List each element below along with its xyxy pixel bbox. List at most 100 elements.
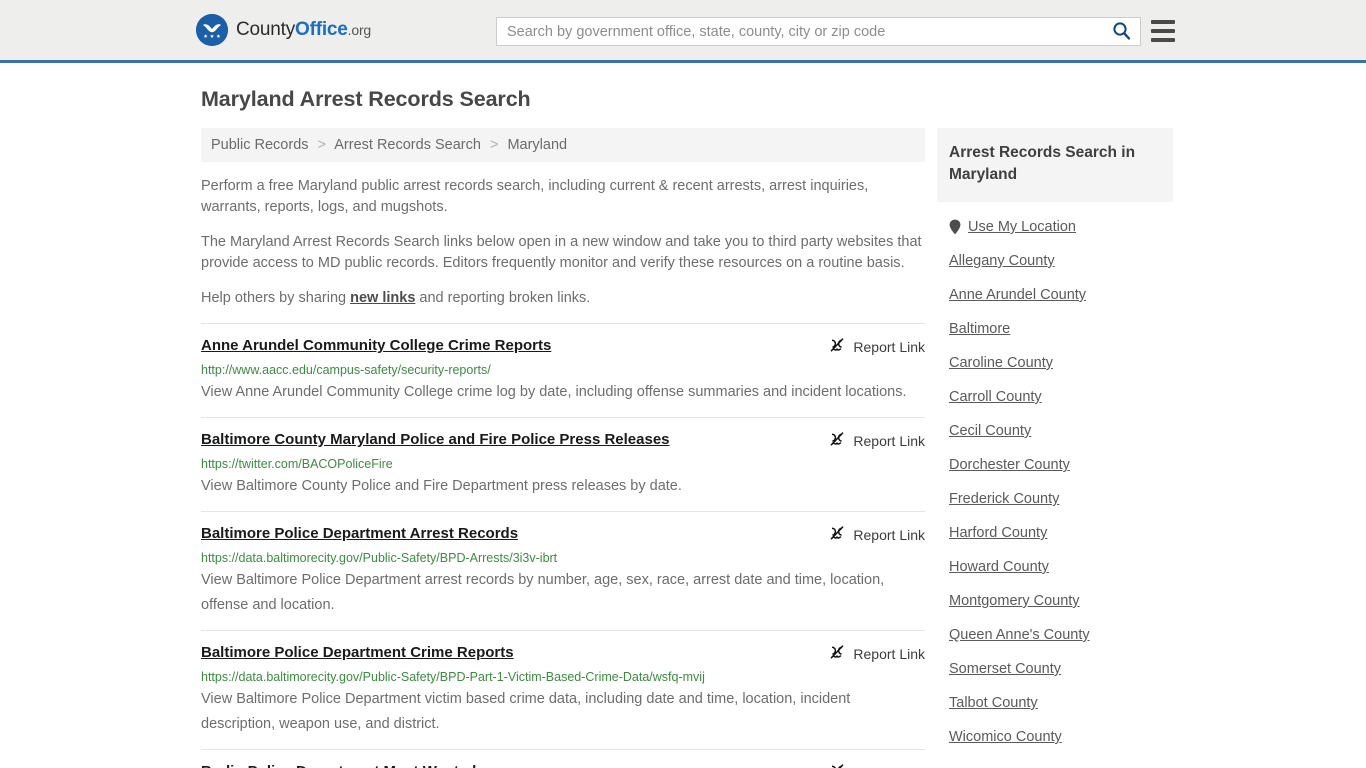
result-description: View Baltimore Police Department victim …: [201, 691, 851, 732]
result-title-link[interactable]: Baltimore Police Department Crime Report…: [201, 643, 514, 663]
result-item: Baltimore County Maryland Police and Fir…: [201, 417, 925, 511]
sidebar-item-carroll-county[interactable]: Carroll County: [949, 380, 1161, 414]
site-logo[interactable]: CountyOffice.org: [196, 14, 371, 46]
sidebar-link-label[interactable]: Dorchester County: [949, 457, 1070, 473]
report-link-button[interactable]: Report Link: [829, 644, 925, 663]
page-body: Maryland Arrest Records Search Public Re…: [0, 87, 1366, 768]
sidebar-item-caroline-county[interactable]: Caroline County: [949, 346, 1161, 380]
sidebar-item-allegany-county[interactable]: Allegany County: [949, 244, 1161, 278]
report-link-button[interactable]: Report Link: [829, 525, 925, 544]
site-header: CountyOffice.org: [0, 0, 1366, 63]
result-url: https://twitter.com/BACOPoliceFire: [201, 457, 393, 471]
result-item: Berlin Police Department Most Wanted: [201, 749, 925, 768]
intro-paragraph-2: The Maryland Arrest Records Search links…: [201, 234, 922, 271]
report-link-label: Report Link: [853, 432, 925, 449]
result-url: https://data.baltimorecity.gov/Public-Sa…: [201, 551, 558, 565]
result-item: Baltimore Police Department Arrest Recor…: [201, 511, 925, 630]
sidebar-item-talbot-county[interactable]: Talbot County: [949, 686, 1161, 720]
report-link-label: Report Link: [853, 645, 925, 662]
logo-text-org: .org: [347, 22, 372, 38]
sidebar-link-label[interactable]: Carroll County: [949, 389, 1042, 405]
result-description: View Baltimore County Police and Fire De…: [201, 478, 682, 494]
result-description: View Anne Arundel Community College crim…: [201, 384, 907, 400]
broken-link-icon: [829, 431, 845, 450]
broken-link-icon: [829, 525, 845, 544]
sidebar-item-dorchester-county[interactable]: Dorchester County: [949, 448, 1161, 482]
main-content: Public Records > Arrest Records Search >…: [193, 128, 925, 768]
breadcrumb-item-arrest-records-search[interactable]: Arrest Records Search: [334, 137, 481, 153]
sidebar-link-label[interactable]: Howard County: [949, 559, 1049, 575]
result-title-link[interactable]: Berlin Police Department Most Wanted: [201, 762, 476, 768]
search-bar[interactable]: [496, 17, 1141, 46]
sidebar-item-wicomico-county[interactable]: Wicomico County: [949, 720, 1161, 754]
logo-wordmark: CountyOffice.org: [236, 19, 371, 41]
sidebar-link-label[interactable]: Caroline County: [949, 355, 1053, 371]
report-link-label: Report Link: [853, 526, 925, 543]
sidebar-link-label[interactable]: Baltimore: [949, 321, 1010, 337]
search-button[interactable]: [1102, 18, 1140, 45]
sidebar-link-label[interactable]: Anne Arundel County: [949, 287, 1086, 303]
logo-text-county: County: [236, 19, 296, 40]
sidebar-link-label[interactable]: Somerset County: [949, 661, 1061, 677]
logo-text-office: Office: [295, 19, 348, 40]
result-item: Baltimore Police Department Crime Report…: [201, 630, 925, 749]
result-item: Anne Arundel Community College Crime Rep…: [201, 323, 925, 417]
sidebar-item-somerset-county[interactable]: Somerset County: [949, 652, 1161, 686]
intro-text: Perform a free Maryland public arrest re…: [201, 176, 925, 309]
sidebar-item-cecil-county[interactable]: Cecil County: [949, 414, 1161, 448]
hamburger-bar: [1151, 20, 1175, 24]
intro-paragraph-1: Perform a free Maryland public arrest re…: [201, 178, 869, 215]
sidebar-item-queen-annes-county[interactable]: Queen Anne's County: [949, 618, 1161, 652]
breadcrumb-separator: >: [489, 137, 499, 153]
sidebar-link-label[interactable]: Cecil County: [949, 423, 1031, 439]
sidebar-item-anne-arundel-county[interactable]: Anne Arundel County: [949, 278, 1161, 312]
sidebar-link-label[interactable]: Talbot County: [949, 695, 1038, 711]
sidebar-item-montgomery-county[interactable]: Montgomery County: [949, 584, 1161, 618]
result-description: View Baltimore Police Department arrest …: [201, 572, 885, 613]
sidebar-link-label[interactable]: Frederick County: [949, 491, 1059, 507]
breadcrumb: Public Records > Arrest Records Search >…: [201, 128, 925, 162]
result-title-link[interactable]: Baltimore County Maryland Police and Fir…: [201, 430, 670, 450]
sidebar-link-list: Use My Location Allegany County Anne Aru…: [937, 210, 1173, 754]
result-url: https://data.baltimorecity.gov/Public-Sa…: [201, 670, 705, 684]
report-link-button[interactable]: Report Link: [829, 763, 925, 768]
breadcrumb-separator: >: [317, 137, 327, 153]
broken-link-icon: [829, 644, 845, 663]
search-input[interactable]: [497, 18, 1102, 45]
intro-paragraph-3: Help others by sharing new links and rep…: [201, 288, 925, 309]
sidebar-link-label[interactable]: Queen Anne's County: [949, 627, 1090, 643]
result-title-link[interactable]: Baltimore Police Department Arrest Recor…: [201, 524, 518, 544]
breadcrumb-item-maryland[interactable]: Maryland: [507, 137, 567, 153]
eagle-shield-logo-icon: [196, 14, 228, 46]
sidebar-item-harford-county[interactable]: Harford County: [949, 516, 1161, 550]
sidebar-item-frederick-county[interactable]: Frederick County: [949, 482, 1161, 516]
sidebar-link-label[interactable]: Montgomery County: [949, 593, 1080, 609]
broken-link-icon: [829, 763, 845, 768]
sidebar-heading: Arrest Records Search in Maryland: [949, 144, 1136, 183]
map-pin-icon: [949, 219, 961, 235]
hamburger-bar: [1151, 29, 1175, 33]
report-link-button[interactable]: Report Link: [829, 337, 925, 356]
result-url: http://www.aacc.edu/campus-safety/securi…: [201, 363, 491, 377]
new-links-link[interactable]: new links: [350, 290, 415, 306]
breadcrumb-item-public-records[interactable]: Public Records: [211, 137, 309, 153]
sidebar-link-label[interactable]: Use My Location: [968, 219, 1076, 235]
sidebar-item-howard-county[interactable]: Howard County: [949, 550, 1161, 584]
sidebar: Arrest Records Search in Maryland Use My…: [937, 128, 1173, 754]
sidebar-link-label[interactable]: Wicomico County: [949, 729, 1062, 745]
page-title: Maryland Arrest Records Search: [201, 87, 531, 111]
sidebar-link-label[interactable]: Harford County: [949, 525, 1047, 541]
sidebar-link-label[interactable]: Allegany County: [949, 253, 1055, 269]
sidebar-item-baltimore[interactable]: Baltimore: [949, 312, 1161, 346]
report-link-label: Report Link: [853, 338, 925, 355]
sidebar-item-use-my-location[interactable]: Use My Location: [949, 210, 1161, 244]
report-link-button[interactable]: Report Link: [829, 431, 925, 450]
search-icon: [1112, 21, 1131, 43]
result-title-link[interactable]: Anne Arundel Community College Crime Rep…: [201, 336, 551, 356]
intro-p3-after: and reporting broken links.: [415, 290, 591, 306]
report-link-label: Report Link: [853, 765, 925, 768]
hamburger-menu-icon[interactable]: [1151, 20, 1175, 42]
intro-p3-before: Help others by sharing: [201, 290, 351, 306]
sidebar-heading-box: Arrest Records Search in Maryland: [937, 128, 1173, 202]
broken-link-icon: [829, 337, 845, 356]
